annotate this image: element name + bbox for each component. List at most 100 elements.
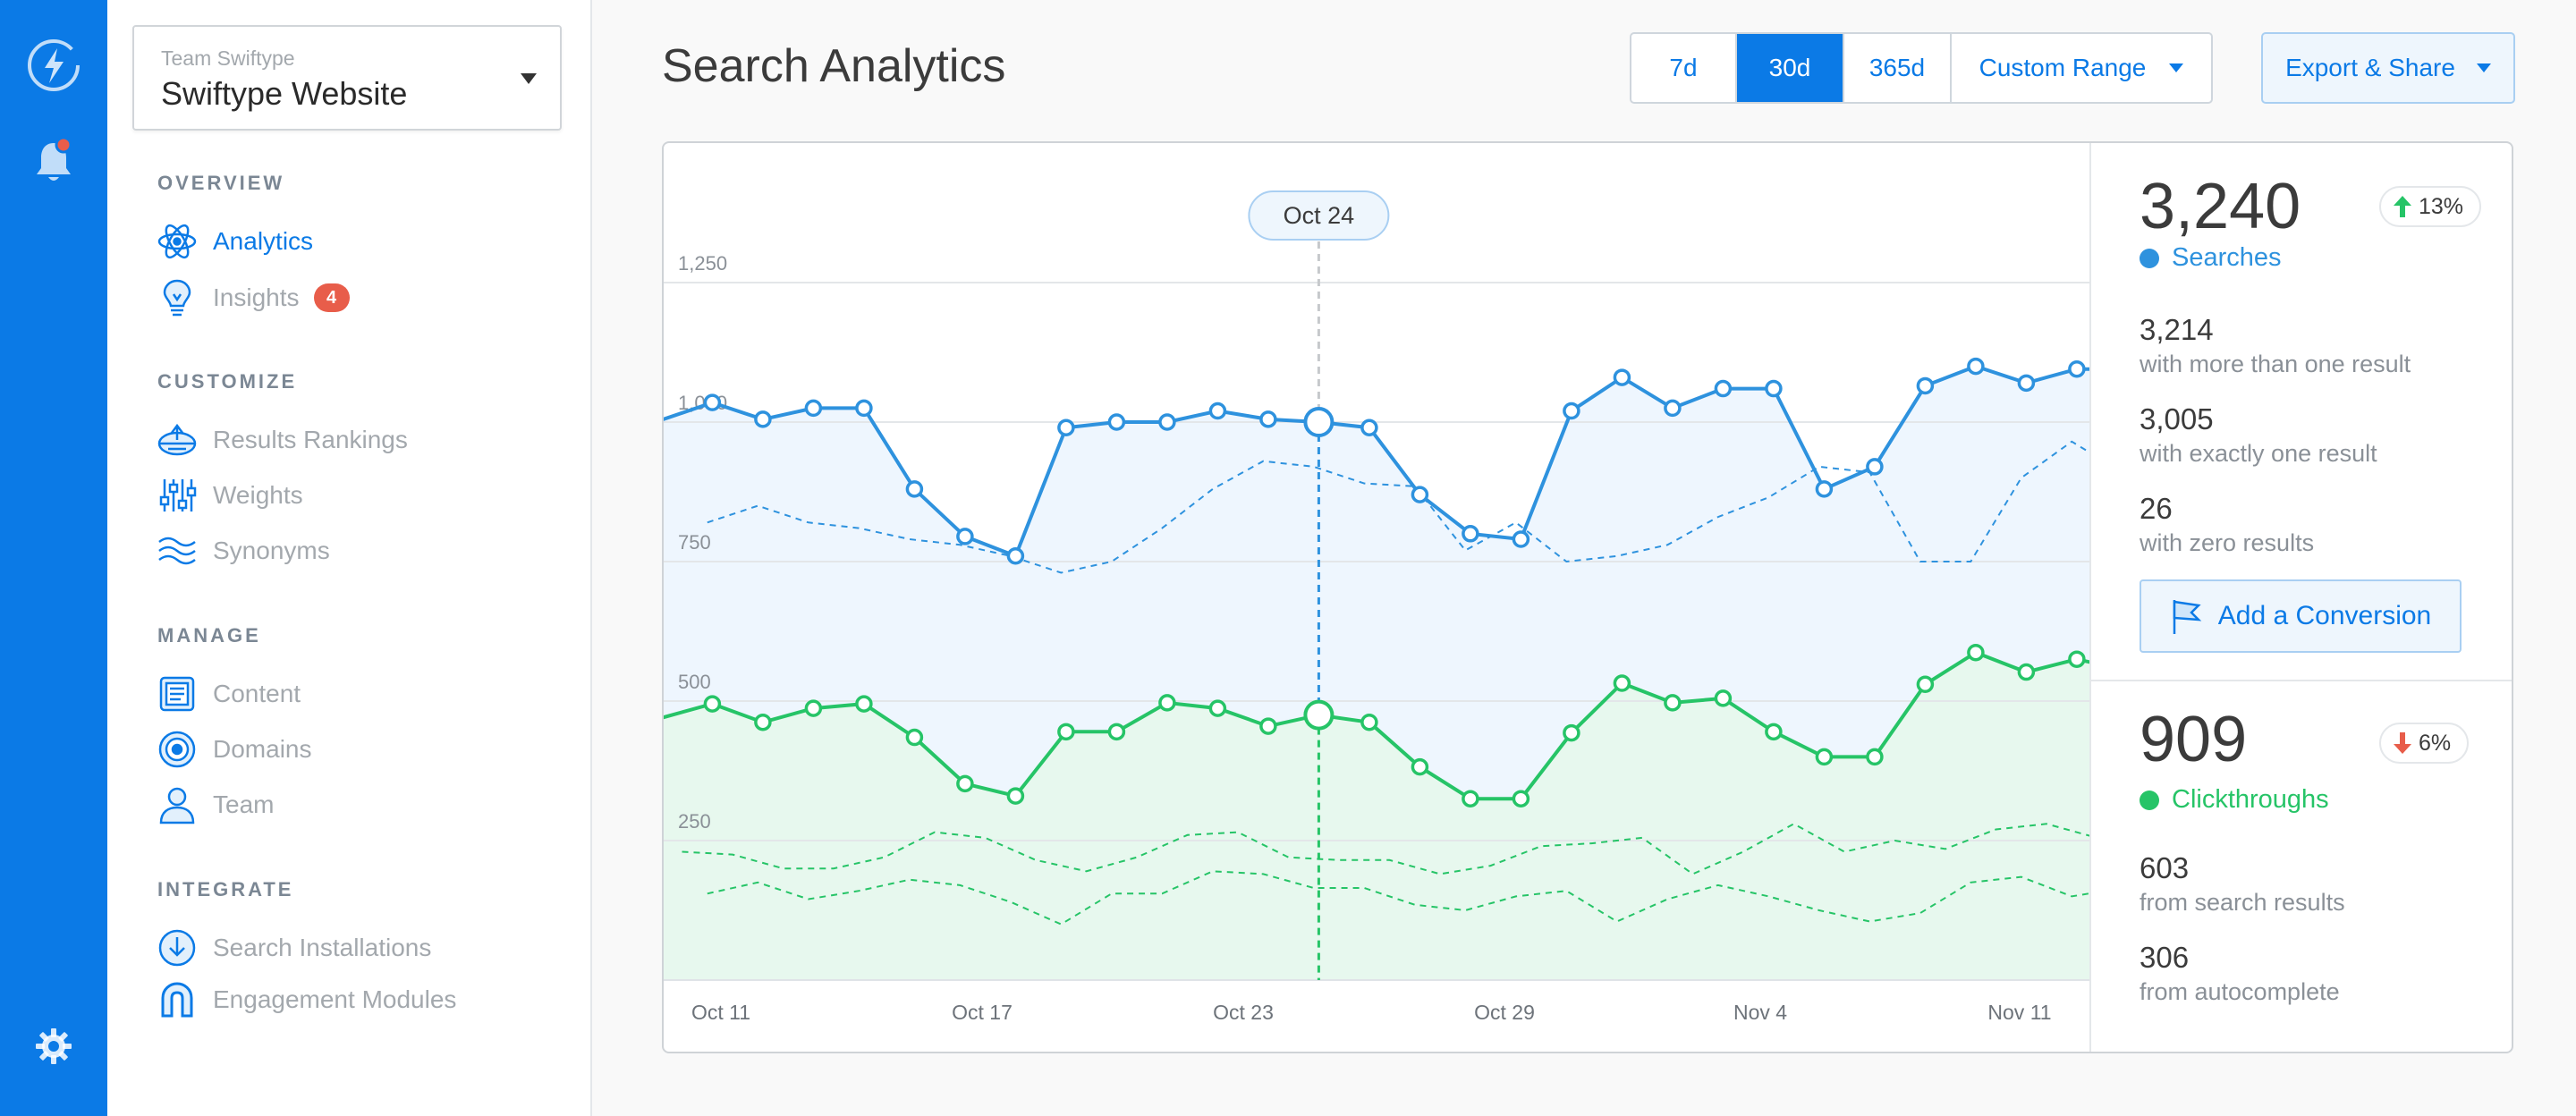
searches-point [1512, 530, 1530, 548]
searches-zero-result-value: 26 [2140, 492, 2173, 525]
searches-point [1613, 368, 1631, 386]
chevron-down-icon [2476, 63, 2491, 72]
engine-selector[interactable]: Team Swiftype Swiftype Website [132, 25, 562, 131]
sidebar-item-analytics[interactable]: Analytics [157, 222, 313, 261]
searches-point [1006, 547, 1025, 565]
sidebar-item-search-installations[interactable]: Search Installations [157, 928, 431, 968]
sidebar-item-content[interactable]: Content [157, 674, 301, 714]
y-tick-label: 500 [678, 671, 711, 693]
searches-zero-result-label: with zero results [2140, 529, 2315, 556]
rankings-icon [157, 420, 197, 460]
nav-section-overview: OVERVIEW [157, 172, 285, 194]
search-analytics-chart[interactable]: 1,2501,000750500250Oct 24Oct 11 Oct 17 Oct… [664, 143, 2091, 1052]
clickthroughs-point [1613, 674, 1631, 692]
person-icon [157, 785, 197, 824]
range-30d-button[interactable]: 30d [1737, 34, 1844, 102]
searches-point [1916, 376, 1935, 395]
clickthroughs-point [1057, 723, 1075, 741]
clickthroughs-point [2017, 663, 2036, 681]
clickthroughs-point [1360, 713, 1378, 731]
sidebar-item-engagement-modules[interactable]: Engagement Modules [157, 980, 456, 1019]
nav-section-manage: MANAGE [157, 624, 261, 647]
export-share-button[interactable]: Export & Share [2261, 32, 2515, 104]
clickthroughs-point [2068, 650, 2086, 668]
clickthroughs-legend: Clickthroughs [2140, 785, 2329, 815]
clickthroughs-point [1664, 694, 1682, 712]
sliders-icon [157, 476, 197, 515]
sidebar-item-label: Engagement Modules [213, 985, 457, 1013]
sidebar-item-label: Weights [213, 481, 303, 509]
chevron-down-icon [521, 73, 537, 84]
range-7d-button[interactable]: 7d [1631, 34, 1737, 102]
sidebar-item-domains[interactable]: Domains [157, 730, 311, 769]
x-tick-label: Oct 17 [952, 1001, 1013, 1024]
searches-legend: Searches [2140, 243, 2282, 273]
searches-one-result-value: 3,005 [2140, 402, 2214, 435]
searches-point [956, 528, 974, 545]
stats-panel: 3,240 13% Searches 3,214 with more than … [2089, 143, 2512, 1052]
clickthroughs-point [804, 699, 823, 717]
notifications-bell-icon[interactable] [0, 134, 107, 188]
searches-point [1714, 379, 1733, 398]
range-365d-button[interactable]: 365d [1844, 34, 1952, 102]
chevron-down-icon [2169, 63, 2184, 72]
clickthroughs-point [703, 695, 722, 713]
clickthroughs-point [956, 774, 974, 793]
clickthroughs-legend-label: Clickthroughs [2172, 785, 2329, 814]
y-tick-label: 250 [678, 810, 711, 833]
sidebar-item-team[interactable]: Team [157, 785, 274, 824]
searches-point [804, 399, 823, 418]
clickthroughs-point [1815, 748, 1834, 766]
page-title: Search Analytics [662, 40, 1006, 92]
x-tick-label: Oct 29 [1474, 1001, 1535, 1024]
add-conversion-label: Add a Conversion [2217, 601, 2432, 630]
searches-point [2017, 374, 2036, 393]
clickthroughs-point [1512, 790, 1530, 807]
arrow-down-icon [2394, 732, 2411, 754]
searches-point [1303, 407, 1335, 437]
analytics-card: 1,250 1,000 750 500 250 Oct 24 Oct 11 Oct 17 Oct… [662, 141, 2513, 1053]
clickthroughs-change-badge: 6% [2379, 723, 2470, 764]
clickthroughs-point [1866, 748, 1884, 766]
clickthroughs-search-label: from search results [2140, 889, 2345, 916]
sidebar-item-insights[interactable]: Insights 4 [157, 278, 350, 317]
sidebar-item-label: Synonyms [213, 537, 330, 564]
sidebar-item-synonyms[interactable]: Synonyms [157, 531, 330, 571]
clickthroughs-point [1303, 699, 1335, 731]
searches-point [1158, 413, 1176, 431]
flag-icon [2173, 600, 2202, 634]
searches-point [905, 480, 924, 498]
custom-range-label: Custom Range [1979, 54, 2147, 81]
stats-divider [2091, 680, 2512, 681]
add-conversion-button[interactable]: Add a Conversion [2140, 579, 2462, 653]
clickthroughs-point [1967, 643, 1985, 662]
sidebar-item-label: Search Installations [213, 934, 432, 961]
nav-section-integrate: INTEGRATE [157, 878, 294, 900]
searches-point [1208, 402, 1227, 420]
x-tick-label: Oct 23 [1213, 1001, 1274, 1024]
atom-icon [157, 222, 197, 261]
export-share-label: Export & Share [2285, 54, 2455, 81]
searches-point [1765, 379, 1783, 398]
download-icon [157, 928, 197, 968]
swiftype-logo-icon[interactable] [0, 34, 107, 97]
date-tooltip-label: Oct 24 [1284, 202, 1355, 229]
clickthroughs-change-value: 6% [2419, 730, 2452, 756]
custom-range-dropdown[interactable]: Custom Range [1952, 34, 2211, 102]
searches-change-value: 13% [2419, 193, 2464, 219]
sidebar-item-label: Analytics [213, 227, 314, 255]
magnet-icon [157, 980, 197, 1019]
y-tick-label: 750 [678, 531, 711, 554]
sidebar-item-weights[interactable]: Weights [157, 476, 303, 515]
searches-multi-result-value: 3,214 [2140, 313, 2214, 346]
searches-point [1360, 418, 1378, 436]
clickthroughs-point [1107, 723, 1126, 741]
clickthroughs-point [1006, 787, 1025, 805]
y-tick-label: 1,250 [678, 252, 727, 275]
searches-total: 3,240 [2140, 171, 2301, 242]
sidebar-item-results-rankings[interactable]: Results Rankings [157, 420, 408, 460]
clickthroughs-point [1765, 723, 1783, 741]
searches-point [855, 399, 873, 418]
settings-gear-icon[interactable] [0, 1027, 107, 1066]
waves-icon [157, 531, 197, 571]
